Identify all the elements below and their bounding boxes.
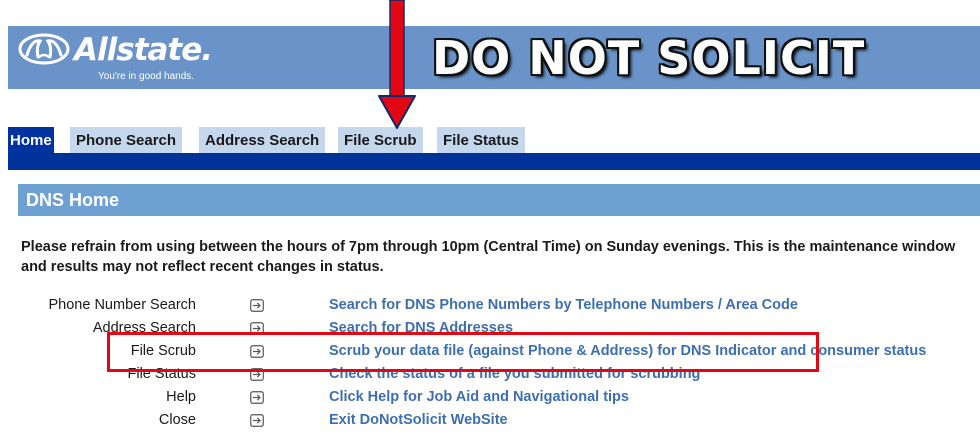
allstate-logo[interactable]: Allstate. You're in good hands. bbox=[16, 28, 226, 86]
menu-link[interactable]: Click Help for Job Aid and Navigational … bbox=[329, 386, 629, 409]
page-banner-title: DO NOT SOLICIT bbox=[432, 31, 866, 85]
tab-home[interactable]: Home bbox=[8, 127, 54, 153]
menu-row-close: Close Exit DoNotSolicit WebSite bbox=[0, 409, 980, 432]
arrow-right-box-icon[interactable] bbox=[250, 299, 264, 312]
nav-divider-bar bbox=[8, 153, 980, 170]
menu-link[interactable]: Search for DNS Phone Numbers by Telephon… bbox=[329, 294, 798, 317]
tab-bar: Home Phone Search Address Search File Sc… bbox=[8, 127, 980, 153]
tab-address-search[interactable]: Address Search bbox=[199, 127, 326, 153]
menu-label: Phone Number Search bbox=[48, 297, 197, 313]
tab-file-scrub[interactable]: File Scrub bbox=[338, 127, 423, 153]
logo-wordmark: Allstate. bbox=[74, 32, 213, 68]
section-title: DNS Home bbox=[18, 184, 980, 216]
menu-label: Close bbox=[158, 412, 196, 428]
good-hands-icon bbox=[18, 33, 70, 65]
tab-phone-search[interactable]: Phone Search bbox=[70, 127, 183, 153]
arrow-right-box-icon[interactable] bbox=[250, 414, 264, 427]
menu-row-phone-number-search: Phone Number Search Search for DNS Phone… bbox=[0, 294, 980, 317]
maintenance-notice: Please refrain from using between the ho… bbox=[21, 239, 956, 275]
menu-row-help: Help Click Help for Job Aid and Navigati… bbox=[0, 386, 980, 409]
tab-file-status[interactable]: File Status bbox=[437, 127, 525, 153]
annotation-down-arrow-icon bbox=[378, 0, 416, 129]
menu-link[interactable]: Exit DoNotSolicit WebSite bbox=[329, 409, 508, 432]
logo-tagline: You're in good hands. bbox=[98, 71, 195, 82]
header-banner: Allstate. You're in good hands. DO NOT S… bbox=[8, 26, 980, 89]
menu-label: Help bbox=[166, 389, 196, 405]
arrow-right-box-icon[interactable] bbox=[250, 391, 264, 404]
annotation-highlight-box bbox=[107, 332, 819, 372]
